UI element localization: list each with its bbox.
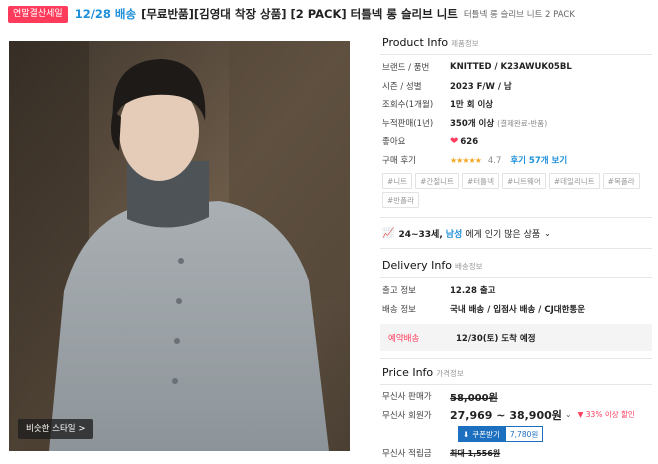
popularity-row[interactable]: 📈 24~33세, 남성 에게 인기 많은 상품 ⌄ bbox=[374, 218, 654, 248]
tag[interactable]: #니트 bbox=[382, 173, 413, 189]
review-row: 구매 후기 ★★★★★ 4.7 후기 57개 보기 bbox=[382, 155, 568, 166]
tag[interactable]: #니트웨어 bbox=[501, 173, 546, 189]
model-image bbox=[9, 41, 350, 451]
brand-row: 브랜드 / 품번 KNITTED / K23AWUK05BL bbox=[382, 62, 572, 74]
views-row: 조회수(1개월) 1만 회 이상 bbox=[382, 100, 494, 111]
season-row: 시즌 / 성별 2023 F/W / 남 bbox=[382, 81, 512, 92]
tag-list: #니트 #간절니트 #터틀넥 #니트웨어 #데일리니트 #목폴라 #반폴라 bbox=[374, 173, 652, 208]
product-info-heading: Product Info 제품정보 bbox=[382, 36, 479, 49]
download-icon: ⬇ bbox=[463, 429, 470, 439]
product-title: [무료반품][김영대 착장 상품] [2 PACK] 터틀넥 롱 슬리브 니트 bbox=[141, 7, 458, 21]
likes-row: 좋아요 ❤ 626 bbox=[382, 135, 479, 148]
review-link[interactable]: 후기 57개 보기 bbox=[510, 156, 567, 166]
arrow-down-icon: ▼ bbox=[577, 410, 584, 420]
similar-style-button[interactable]: 비슷한 스타일 > bbox=[18, 419, 94, 439]
list-price: 58,000원 bbox=[450, 392, 498, 404]
product-header: 연말결산세일 12/28 배송 [무료반품][김영대 착장 상품] [2 PAC… bbox=[0, 0, 658, 28]
heart-icon: ❤ bbox=[450, 135, 459, 147]
chevron-down-icon[interactable]: ⌄ bbox=[565, 410, 572, 419]
product-subtitle: 터틀넥 롱 슬리브 니트 2 PACK bbox=[463, 10, 575, 20]
delivery-info-heading: Delivery Info 배송정보 bbox=[382, 259, 483, 272]
star-rating: ★★★★★ bbox=[450, 155, 482, 165]
shipping-date: 12/28 배송 bbox=[74, 7, 137, 21]
sales-row: 누적판매(1년) 350개 이상 (결제완료-반품) bbox=[382, 118, 548, 129]
tag[interactable]: #목폴라 bbox=[602, 173, 640, 189]
chevron-down-icon: ⌄ bbox=[544, 228, 551, 238]
sale-badge: 연말결산세일 bbox=[8, 5, 68, 23]
ship-row: 출고 정보 12.28 출고 bbox=[382, 286, 496, 297]
member-price-row: 무신사 회원가 27,969 ~ 38,900원 ⌄ ▼ 33% 이상 할인 bbox=[382, 408, 635, 422]
tag[interactable]: #터틀넥 bbox=[461, 173, 499, 189]
brand-link[interactable]: KNITTED / K23AWUK05BL bbox=[450, 62, 572, 72]
chart-icon: 📈 bbox=[382, 227, 395, 239]
product-info-panel: Product Info 제품정보 브랜드 / 품번 KNITTED / K23A… bbox=[374, 32, 654, 463]
method-row: 배송 정보 국내 배송 / 입점사 배송 / CJ대한통운 bbox=[382, 304, 586, 315]
like-button[interactable]: ❤ 626 bbox=[450, 136, 478, 147]
tag[interactable]: #반폴라 bbox=[382, 192, 419, 208]
product-photo[interactable]: 비슷한 스타일 > bbox=[9, 41, 350, 451]
tag[interactable]: #데일리니트 bbox=[548, 173, 600, 189]
discount-rate: ▼ 33% 이상 할인 bbox=[577, 410, 635, 420]
points-row: 무신사 적립금 최대 1,556원 bbox=[382, 448, 501, 460]
coupon-button[interactable]: ⬇ 쿠폰받기 7,780원 bbox=[458, 426, 546, 442]
price-info-heading: Price Info 가격정보 bbox=[382, 366, 464, 379]
tag[interactable]: #간절니트 bbox=[415, 173, 459, 189]
member-price: 27,969 ~ 38,900원 bbox=[450, 408, 562, 422]
reserve-delivery-banner: 예약배송 12/30(토) 도착 예정 bbox=[380, 324, 652, 351]
list-price-row: 무신사 판매가 58,000원 bbox=[374, 387, 654, 406]
rating-value: 4.7 bbox=[487, 155, 502, 166]
